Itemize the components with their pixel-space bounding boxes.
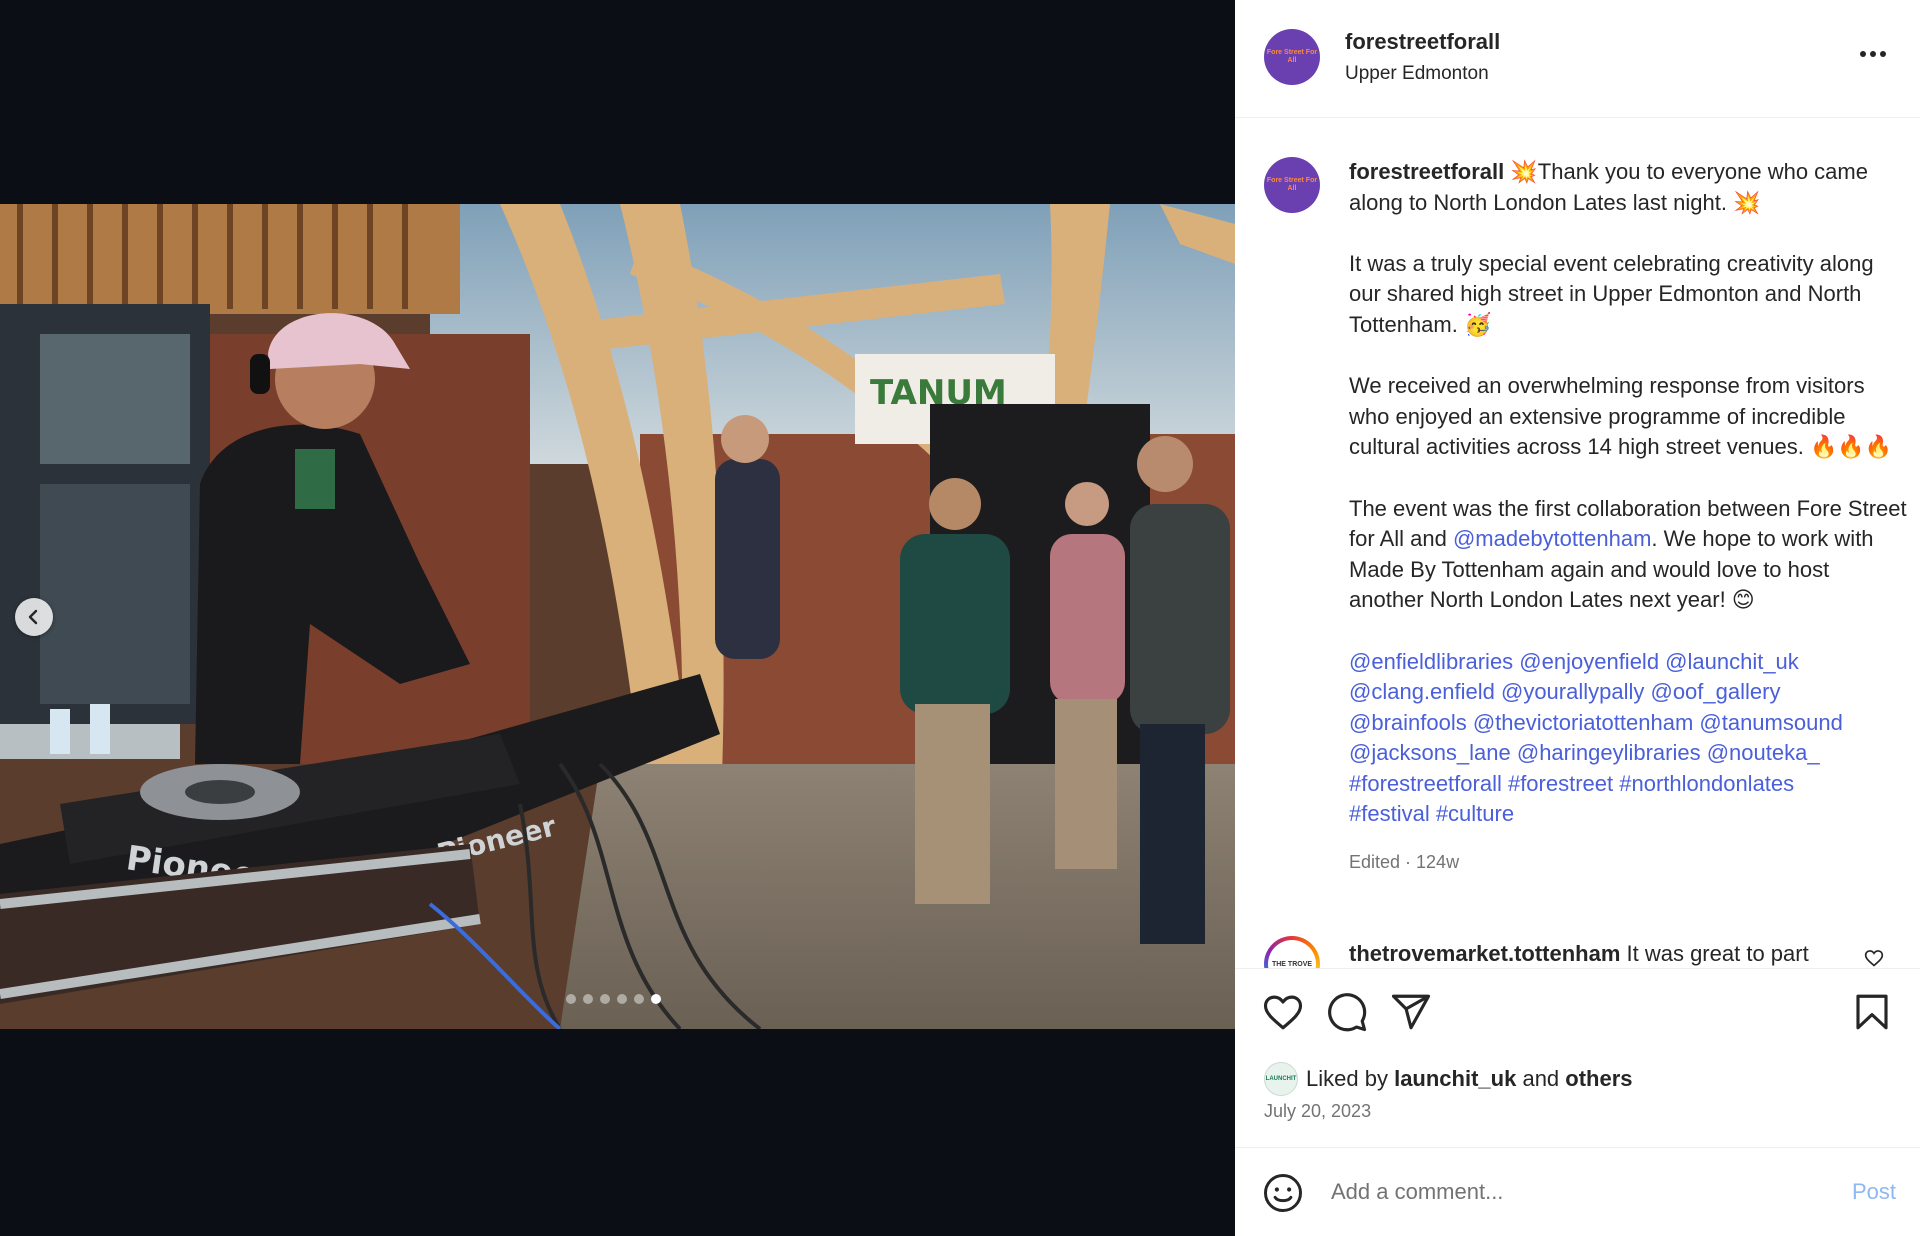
post-photo[interactable]: TANUM Pioneer Pioneer (0, 204, 1235, 1029)
more-horizontal-icon (1860, 51, 1866, 57)
media-viewer: TANUM Pioneer Pioneer (0, 0, 1235, 1236)
post-header: Fore Street For All forestreetforall Upp… (1235, 0, 1920, 118)
carousel-dot-active (651, 994, 661, 1004)
tag-list[interactable]: @enfieldlibraries @enjoyenfield @launchi… (1349, 647, 1909, 831)
mention-link[interactable]: @madebytottenham (1453, 526, 1651, 551)
more-options-button[interactable] (1860, 44, 1890, 64)
comment-bubble-icon[interactable] (1326, 991, 1368, 1033)
post-side-panel: Fore Street For All forestreetforall Upp… (1235, 0, 1920, 1236)
previous-slide-button[interactable] (15, 598, 53, 636)
dj-event-photo: TANUM Pioneer Pioneer (0, 204, 1235, 1029)
post-location[interactable]: Upper Edmonton (1345, 63, 1489, 85)
caption-meta: Edited · 124w (1349, 851, 1460, 872)
carousel-dot (600, 994, 610, 1004)
carousel-dot (634, 994, 644, 1004)
commenter-username[interactable]: thetrovemarket.tottenham (1349, 941, 1620, 966)
avatar-logo-text: Fore Street For All (1266, 49, 1318, 64)
liker-avatar[interactable]: LAUNCHIT (1264, 1062, 1298, 1096)
share-send-icon[interactable] (1390, 991, 1432, 1033)
liked-others-link[interactable]: others (1565, 1066, 1632, 1092)
like-heart-icon[interactable] (1262, 991, 1304, 1033)
caption-username[interactable]: forestreetforall (1349, 159, 1504, 184)
comments-section[interactable]: Fore Street For All forestreetforall 💥Th… (1235, 118, 1920, 968)
caption-paragraph-3: We received an overwhelming response fro… (1349, 373, 1893, 460)
likes-summary: LAUNCHIT Liked by launchit_uk and others (1264, 1062, 1633, 1096)
chevron-left-icon (28, 609, 38, 625)
emoji-icon[interactable] (1262, 1172, 1304, 1214)
post-comment-button[interactable]: Post (1852, 1179, 1896, 1205)
carousel-indicator (566, 994, 661, 1004)
liker-username[interactable]: launchit_uk (1394, 1066, 1516, 1092)
caption-paragraph-2: It was a truly special event celebrating… (1349, 250, 1874, 337)
author-username[interactable]: forestreetforall (1345, 29, 1500, 55)
add-comment-bar: Post (1235, 1147, 1920, 1236)
carousel-dot (583, 994, 593, 1004)
comment-item: THE TROVE thetrovemarket.tottenham It wa… (1264, 936, 1904, 968)
author-avatar[interactable]: Fore Street For All (1264, 29, 1320, 85)
comment-input[interactable] (1331, 1170, 1801, 1214)
carousel-dot (566, 994, 576, 1004)
caption-body: forestreetforall 💥Thank you to everyone … (1349, 157, 1909, 877)
carousel-dot (617, 994, 627, 1004)
post-actions: LAUNCHIT Liked by launchit_uk and others… (1235, 968, 1920, 1121)
comment-text: It was great to part (1620, 941, 1809, 966)
post-date[interactable]: July 20, 2023 (1264, 1101, 1371, 1122)
commenter-avatar[interactable]: THE TROVE (1264, 936, 1320, 968)
caption-author-avatar[interactable]: Fore Street For All (1264, 157, 1320, 213)
bookmark-save-icon[interactable] (1851, 991, 1893, 1033)
comment-heart-icon[interactable] (1864, 948, 1884, 968)
